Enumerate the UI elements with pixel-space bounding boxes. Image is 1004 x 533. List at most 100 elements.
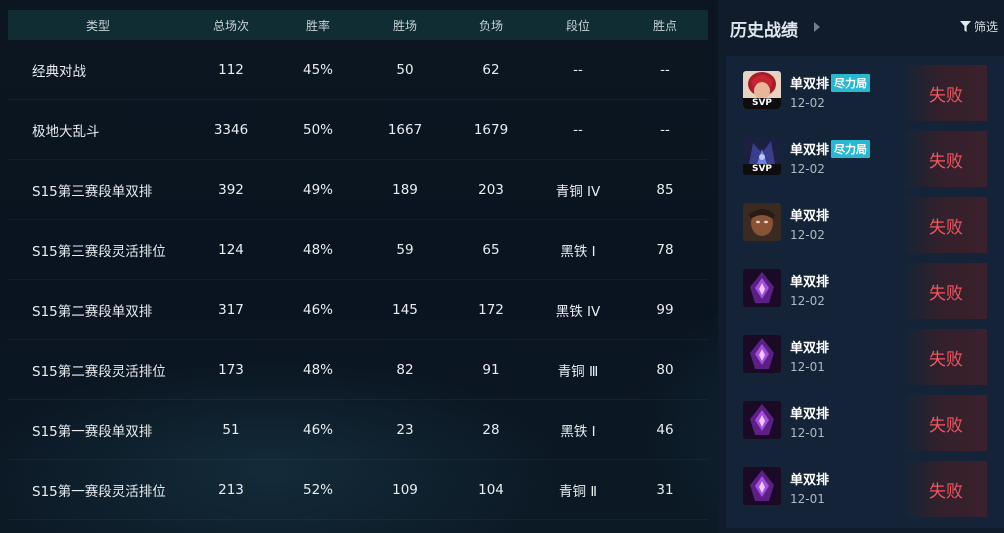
table-row: S15第一赛段灵活排位 213 52% 109 104 青铜 Ⅱ 31	[8, 460, 708, 520]
table-row: S15第三赛段单双排 392 49% 189 203 青铜 IV 85	[8, 160, 708, 220]
cell-rank: 青铜 IV	[555, 183, 601, 200]
svp-badge: SVP	[743, 164, 781, 175]
cell-rank: 黑铁 IV	[555, 303, 601, 320]
cell-rank: --	[573, 61, 583, 78]
table-row: S15第二赛段单双排 317 46% 145 172 黑铁 IV 99	[8, 280, 708, 340]
match-mode: 单双排 尽力局	[790, 139, 871, 158]
match-date: 12-01	[790, 360, 825, 374]
filter-button[interactable]: 筛选	[959, 18, 998, 35]
match-item[interactable]: 单双排 12-02 失败	[726, 254, 1004, 320]
best-effort-tag: 尽力局	[831, 73, 871, 92]
match-date: 12-02	[790, 96, 825, 110]
history-title[interactable]: 历史战绩	[730, 16, 798, 41]
match-mode: 单双排 尽力局	[790, 73, 871, 92]
match-date: 12-01	[790, 426, 825, 440]
cell-wins: 189	[392, 181, 418, 198]
match-result-loss: 失败	[905, 131, 987, 187]
filter-label: 筛选	[973, 20, 998, 34]
header-lp: 胜点	[652, 18, 677, 33]
match-date: 12-02	[790, 294, 825, 308]
cell-wins: 82	[396, 361, 414, 378]
table-row: S15第三赛段灵活排位 124 48% 59 65 黑铁 Ⅰ 78	[8, 220, 708, 280]
cell-type: S15第二赛段单双排	[32, 303, 153, 320]
cell-wins: 145	[392, 301, 418, 318]
stats-table-header: 类型 总场次 胜率 胜场 负场 段位 胜点	[8, 10, 708, 40]
match-result-loss: 失败	[905, 65, 987, 121]
cell-total: 51	[222, 421, 240, 438]
chevron-right-icon[interactable]	[814, 22, 820, 32]
cell-type: S15第一赛段灵活排位	[32, 483, 166, 500]
match-item[interactable]: 单双排 12-02 失败	[726, 188, 1004, 254]
cell-type: S15第一赛段单双排	[32, 423, 153, 440]
cell-total: 3346	[213, 121, 249, 138]
match-date: 12-02	[790, 162, 825, 176]
cell-lp: --	[660, 121, 670, 138]
match-mode: 单双排	[790, 205, 829, 224]
match-mode-label: 单双排	[790, 473, 830, 488]
match-item[interactable]: 单双排 12-01 失败	[726, 452, 1004, 518]
cell-lp: 99	[656, 301, 674, 318]
cell-type: 极地大乱斗	[32, 123, 100, 140]
cell-wins: 59	[396, 241, 414, 258]
void-purple-champion-portrait-icon	[743, 401, 781, 439]
header-rate: 胜率	[305, 18, 330, 33]
cell-type: 经典对战	[32, 63, 86, 80]
cell-losses: 62	[482, 61, 500, 78]
table-row: 经典对战 112 45% 50 62 -- --	[8, 40, 708, 100]
cell-rank: 青铜 Ⅲ	[557, 363, 599, 380]
cell-losses: 91	[482, 361, 500, 378]
best-effort-tag: 尽力局	[831, 139, 871, 158]
cell-rank: --	[573, 121, 583, 138]
match-result-loss: 失败	[905, 461, 987, 517]
match-item[interactable]: SVP 单双排 尽力局 12-02 失败	[726, 56, 1004, 122]
match-date: 12-01	[790, 492, 825, 506]
match-result-loss: 失败	[905, 197, 987, 253]
header-losses: 负场	[478, 18, 503, 33]
match-mode-label: 单双排	[790, 407, 830, 422]
cell-rate: 52%	[302, 481, 333, 498]
dark-blue-champion-portrait-icon: SVP	[743, 137, 781, 175]
stats-table: 类型 总场次 胜率 胜场 负场 段位 胜点 经典对战 112 45% 50 62…	[8, 10, 708, 520]
cell-rate: 49%	[302, 181, 333, 198]
header-rank: 段位	[565, 18, 590, 33]
void-purple-champion-portrait-icon	[743, 467, 781, 505]
match-mode-label: 单双排	[790, 209, 830, 224]
match-result-loss: 失败	[905, 395, 987, 451]
cell-losses: 28	[482, 421, 500, 438]
match-mode-label: 单双排	[790, 143, 830, 158]
cell-lp: --	[660, 61, 670, 78]
match-mode: 单双排	[790, 337, 829, 356]
cell-total: 112	[218, 61, 244, 78]
cell-lp: 46	[656, 421, 674, 438]
void-purple-champion-portrait-icon	[743, 335, 781, 373]
cell-total: 392	[218, 181, 244, 198]
cell-rate: 46%	[302, 421, 333, 438]
match-mode: 单双排	[790, 403, 829, 422]
dark-skinned-champion-portrait-icon	[743, 203, 781, 241]
filter-funnel-icon	[959, 21, 971, 32]
cell-losses: 104	[478, 481, 504, 498]
table-row: 极地大乱斗 3346 50% 1667 1679 -- --	[8, 100, 708, 160]
cell-total: 173	[218, 361, 244, 378]
history-header: 历史战绩 筛选	[718, 0, 1004, 54]
cell-wins: 23	[396, 421, 414, 438]
cell-lp: 78	[656, 241, 674, 258]
header-total: 总场次	[212, 18, 249, 33]
match-result-loss: 失败	[905, 263, 987, 319]
history-panel: 历史战绩 筛选 SVP 单双排 尽力局 12-02 失败 SVP 单双排 尽力局…	[718, 0, 1004, 533]
cell-losses: 1679	[473, 121, 509, 138]
match-item[interactable]: 单双排 12-01 失败	[726, 320, 1004, 386]
cell-lp: 31	[656, 481, 674, 498]
header-wins: 胜场	[392, 18, 417, 33]
cell-rate: 46%	[302, 301, 333, 318]
table-row: S15第二赛段灵活排位 173 48% 82 91 青铜 Ⅲ 80	[8, 340, 708, 400]
cell-total: 317	[218, 301, 244, 318]
match-history-list: SVP 单双排 尽力局 12-02 失败 SVP 单双排 尽力局 12-02 失…	[726, 56, 1004, 528]
cell-type: S15第三赛段灵活排位	[32, 243, 166, 260]
cell-losses: 203	[478, 181, 504, 198]
cell-wins: 50	[396, 61, 414, 78]
cell-wins: 1667	[387, 121, 423, 138]
match-item[interactable]: SVP 单双排 尽力局 12-02 失败	[726, 122, 1004, 188]
table-row: S15第一赛段单双排 51 46% 23 28 黑铁 Ⅰ 46	[8, 400, 708, 460]
match-item[interactable]: 单双排 12-01 失败	[726, 386, 1004, 452]
